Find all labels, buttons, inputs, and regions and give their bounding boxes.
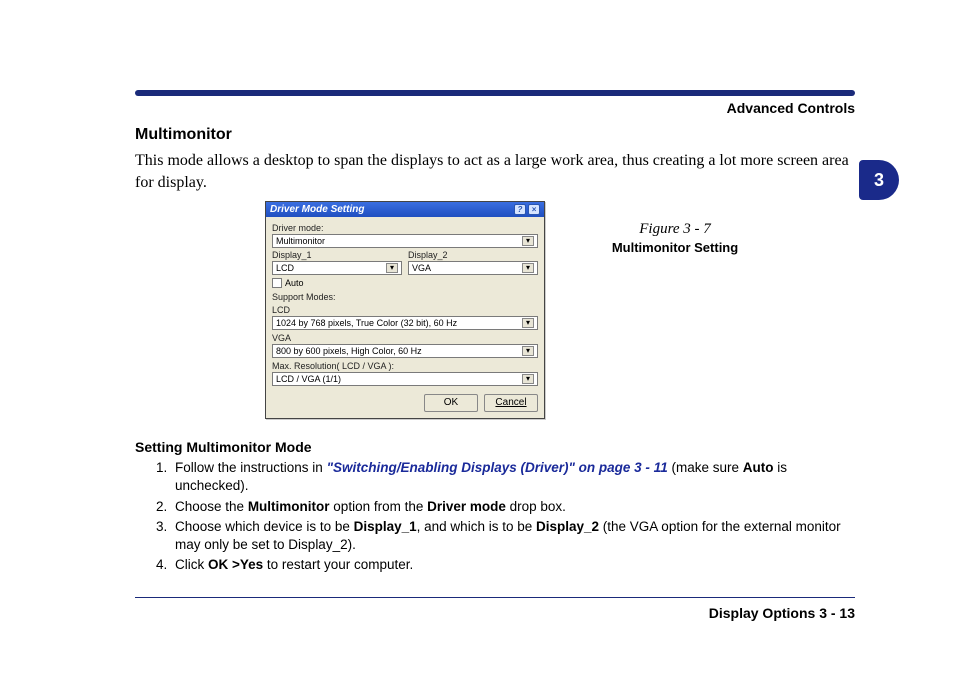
bottom-rule [135, 597, 855, 601]
dialog-title-text: Driver Mode Setting [270, 204, 364, 215]
step-text: Choose which device is to be [175, 519, 354, 534]
figure-row: Driver Mode Setting ? × Driver mode: Mul… [135, 201, 855, 419]
maxres-combo[interactable]: LCD / VGA (1/1) ▾ [272, 372, 538, 386]
step-link[interactable]: "Switching/Enabling Displays (Driver)" o… [327, 460, 668, 475]
vga-mode-value: 800 by 600 pixels, High Color, 60 Hz [276, 346, 422, 356]
cancel-button[interactable]: Cancel [484, 394, 538, 412]
dialog-screenshot: Driver Mode Setting ? × Driver mode: Mul… [265, 201, 545, 419]
top-rule [135, 90, 855, 96]
checkbox-icon [272, 278, 282, 288]
display1-combo[interactable]: LCD ▾ [272, 261, 402, 275]
vga-label: VGA [272, 333, 538, 343]
figure-number: Figure 3 - 7 [575, 221, 775, 238]
driver-mode-label: Driver mode: [272, 223, 538, 233]
display2-combo[interactable]: VGA ▾ [408, 261, 538, 275]
step-bold: Display_2 [536, 519, 599, 534]
section-intro: This mode allows a desktop to span the d… [135, 150, 855, 193]
header-section: Advanced Controls [135, 100, 855, 116]
step-text: drop box. [506, 499, 566, 514]
driver-mode-combo[interactable]: Multimonitor ▾ [272, 234, 538, 248]
titlebar-buttons: ? × [514, 204, 540, 215]
footer-text: Display Options 3 - 13 [135, 605, 855, 621]
lcd-label: LCD [272, 305, 538, 315]
driver-mode-dialog: Driver Mode Setting ? × Driver mode: Mul… [265, 201, 545, 419]
step-bold: Display_1 [354, 519, 417, 534]
lcd-mode-combo[interactable]: 1024 by 768 pixels, True Color (32 bit),… [272, 316, 538, 330]
step-2: Choose the Multimonitor option from the … [171, 498, 855, 516]
maxres-value: LCD / VGA (1/1) [276, 374, 341, 384]
display1-value: LCD [276, 263, 294, 273]
maxres-label: Max. Resolution( LCD / VGA ): [272, 361, 538, 371]
display2-label: Display_2 [408, 250, 538, 260]
help-icon[interactable]: ? [514, 204, 526, 215]
chevron-down-icon: ▾ [522, 318, 534, 328]
close-icon[interactable]: × [528, 204, 540, 215]
chapter-tab: 3 [859, 160, 899, 200]
step-bold: Auto [743, 460, 774, 475]
dialog-titlebar: Driver Mode Setting ? × [266, 202, 544, 217]
support-modes-label: Support Modes: [272, 292, 538, 302]
vga-mode-combo[interactable]: 800 by 600 pixels, High Color, 60 Hz ▾ [272, 344, 538, 358]
step-1: Follow the instructions in "Switching/En… [171, 459, 855, 495]
display2-value: VGA [412, 263, 431, 273]
steps-list: Follow the instructions in "Switching/En… [171, 459, 855, 574]
step-text: (make sure [668, 460, 743, 475]
steps-heading: Setting Multimonitor Mode [135, 439, 855, 455]
step-text: Follow the instructions in [175, 460, 327, 475]
step-bold: OK >Yes [208, 557, 263, 572]
chevron-down-icon: ▾ [522, 236, 534, 246]
display1-label: Display_1 [272, 250, 402, 260]
figure-name: Multimonitor Setting [575, 240, 775, 255]
dialog-body: Driver mode: Multimonitor ▾ Display_1 LC… [266, 217, 544, 418]
auto-checkbox-row[interactable]: Auto [272, 278, 538, 288]
step-text: option from the [330, 499, 428, 514]
step-bold: Driver mode [427, 499, 506, 514]
chevron-down-icon: ▾ [522, 263, 534, 273]
figure-caption: Figure 3 - 7 Multimonitor Setting [575, 221, 775, 419]
step-bold: Multimonitor [248, 499, 330, 514]
step-text: to restart your computer. [263, 557, 413, 572]
dialog-button-row: OK Cancel [272, 394, 538, 412]
step-4: Click OK >Yes to restart your computer. [171, 556, 855, 574]
chevron-down-icon: ▾ [522, 374, 534, 384]
section-title: Multimonitor [135, 126, 855, 144]
step-3: Choose which device is to be Display_1, … [171, 518, 855, 554]
step-text: Choose the [175, 499, 248, 514]
auto-label: Auto [285, 278, 304, 288]
ok-button[interactable]: OK [424, 394, 478, 412]
step-text: Click [175, 557, 208, 572]
chevron-down-icon: ▾ [386, 263, 398, 273]
lcd-mode-value: 1024 by 768 pixels, True Color (32 bit),… [276, 318, 457, 328]
driver-mode-value: Multimonitor [276, 236, 325, 246]
page-content: Advanced Controls Multimonitor This mode… [135, 90, 855, 621]
step-text: , and which is to be [417, 519, 536, 534]
chevron-down-icon: ▾ [522, 346, 534, 356]
chapter-number: 3 [874, 170, 884, 191]
